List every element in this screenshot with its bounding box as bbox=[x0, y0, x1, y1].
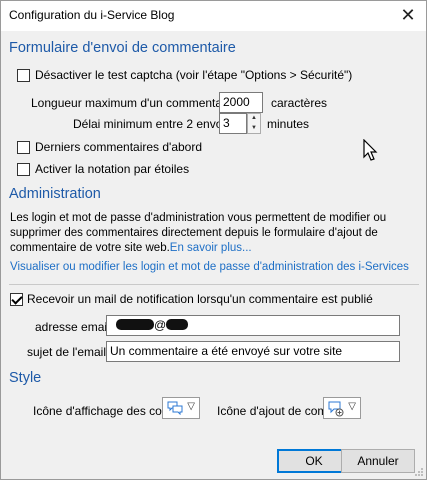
section-title-form: Formulaire d'envoi de commentaire bbox=[9, 40, 236, 56]
notification-label: Recevoir un mail de notification lorsqu'… bbox=[27, 292, 373, 306]
min-delay-input[interactable]: 3 bbox=[219, 113, 247, 134]
display-icon-label: Icône d'affichage des com.: bbox=[33, 404, 179, 418]
section-title-style: Style bbox=[9, 370, 42, 386]
add-icon-dropdown[interactable]: ▽ bbox=[323, 397, 361, 419]
window-title: Configuration du i-Service Blog bbox=[9, 8, 175, 22]
resize-grip-icon[interactable] bbox=[414, 467, 424, 477]
section-title-admin: Administration bbox=[9, 186, 101, 202]
display-icon-dropdown[interactable]: ▽ bbox=[162, 397, 200, 419]
redacted-email-domain bbox=[166, 319, 189, 330]
dialog-content: Formulaire d'envoi de commentaire Désact… bbox=[1, 31, 426, 479]
min-delay-label: Délai minimum entre 2 envois: bbox=[73, 117, 235, 131]
recent-first-label: Derniers commentaires d'abord bbox=[35, 140, 203, 154]
title-bar: Configuration du i-Service Blog ✕ bbox=[1, 1, 426, 31]
star-rating-label: Activer la notation par étoiles bbox=[35, 162, 190, 176]
manage-admin-link[interactable]: Visualiser ou modifier les login et mot … bbox=[10, 261, 409, 273]
min-delay-spinner[interactable]: ▲ ▼ bbox=[247, 113, 261, 134]
chevron-down-icon: ▽ bbox=[187, 401, 195, 412]
max-length-input[interactable]: 2000 bbox=[219, 92, 263, 113]
learn-more-link[interactable]: En savoir plus... bbox=[170, 242, 252, 254]
divider bbox=[9, 284, 419, 285]
spin-down-icon[interactable]: ▼ bbox=[248, 124, 260, 134]
recent-first-checkbox[interactable] bbox=[17, 141, 30, 154]
spin-up-icon[interactable]: ▲ bbox=[248, 114, 260, 124]
disable-captcha-label: Désactiver le test captcha (voir l'étape… bbox=[35, 68, 353, 82]
star-rating-checkbox[interactable] bbox=[17, 163, 30, 176]
admin-description: Les login et mot de passe d'administrati… bbox=[10, 211, 418, 256]
ok-button[interactable]: OK bbox=[277, 449, 351, 473]
config-dialog: Configuration du i-Service Blog ✕ Formul… bbox=[0, 0, 427, 480]
email-value: @ bbox=[154, 318, 167, 332]
redacted-email-user bbox=[116, 319, 154, 330]
disable-captcha-checkbox[interactable] bbox=[17, 69, 30, 82]
max-length-label: Longueur maximum d'un commentaire: bbox=[31, 96, 239, 110]
comments-icon bbox=[167, 401, 183, 418]
max-length-unit: caractères bbox=[271, 96, 328, 110]
email-label: adresse email: bbox=[35, 320, 114, 334]
mouse-pointer-icon bbox=[363, 139, 378, 161]
add-comment-icon bbox=[328, 401, 344, 420]
add-icon-label: Icône d'ajout de com.: bbox=[217, 404, 335, 418]
subject-label: sujet de l'email: bbox=[27, 345, 110, 359]
cancel-button[interactable]: Annuler bbox=[341, 449, 415, 473]
chevron-down-icon: ▽ bbox=[348, 401, 356, 412]
notification-checkbox[interactable] bbox=[10, 293, 23, 306]
min-delay-unit: minutes bbox=[267, 117, 310, 131]
close-icon[interactable]: ✕ bbox=[396, 4, 420, 26]
email-input[interactable]: @ bbox=[106, 315, 400, 336]
subject-input[interactable]: Un commentaire a été envoyé sur votre si… bbox=[106, 341, 400, 362]
